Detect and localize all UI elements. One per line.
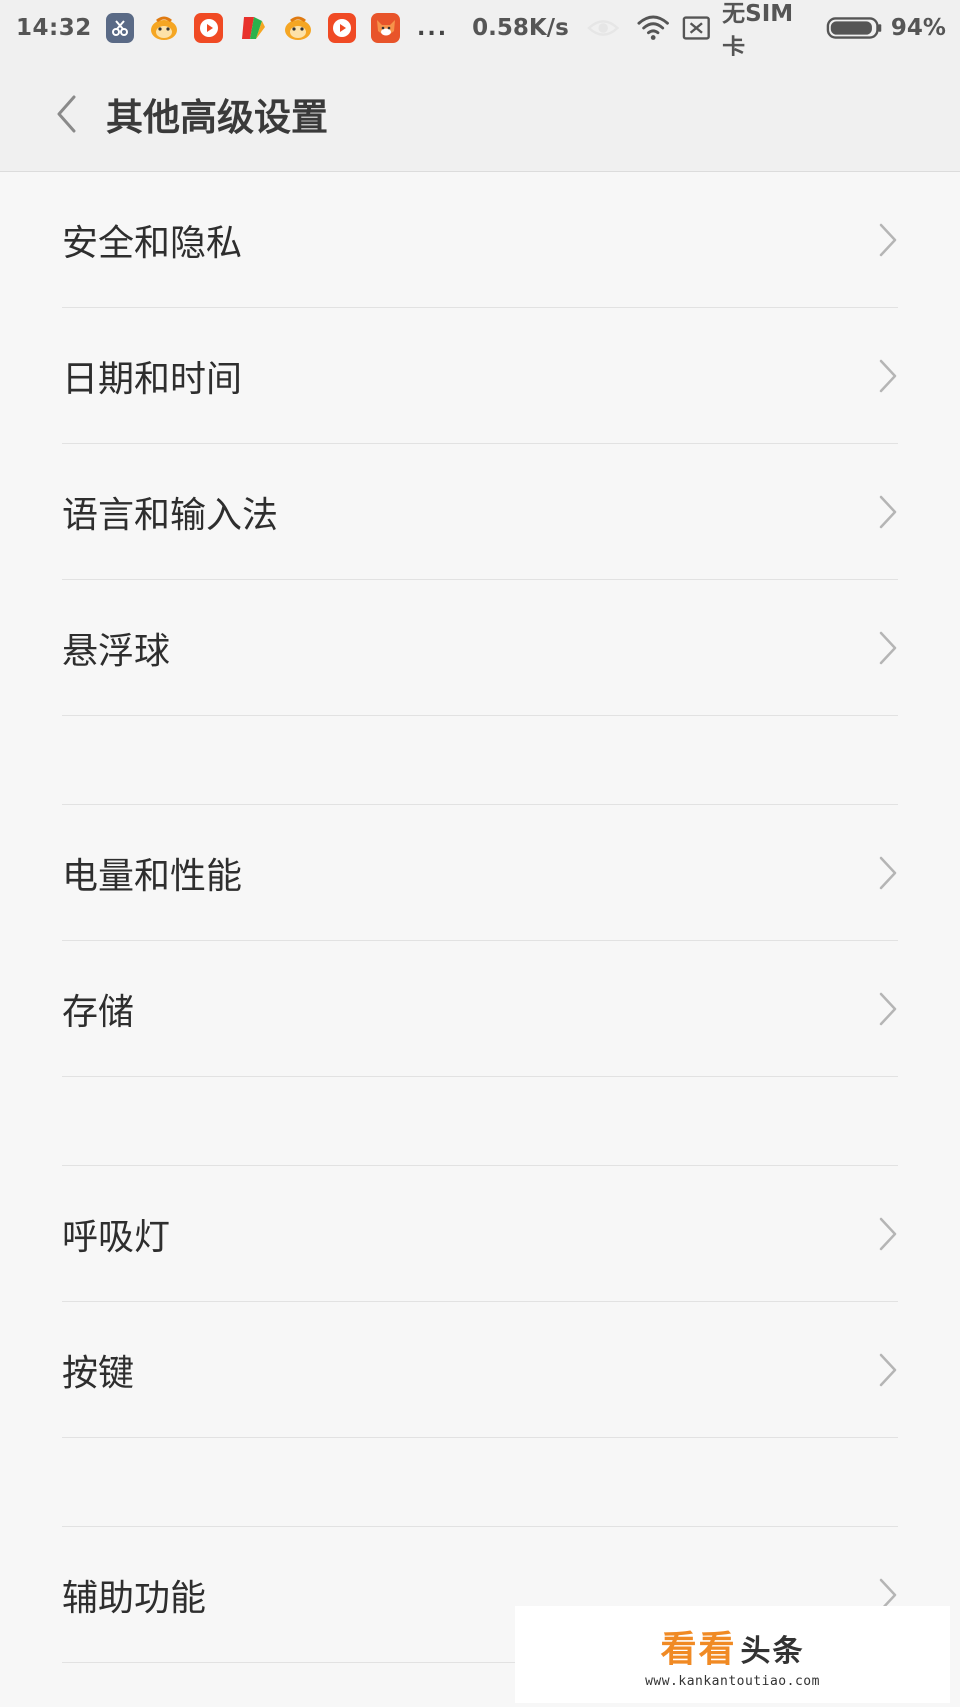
settings-item-label: 辅助功能 — [62, 1578, 207, 1619]
network-speed: 0.58K/s — [472, 15, 569, 41]
video-app-icon — [194, 13, 223, 43]
fox-app-icon — [371, 13, 401, 43]
no-sim-icon — [682, 16, 710, 40]
settings-item-label: 按键 — [62, 1353, 135, 1394]
header: 其他高级设置 — [0, 56, 960, 172]
settings-item-label: 安全和隐私 — [62, 223, 243, 264]
group-spacer — [0, 1077, 960, 1166]
chevron-right-icon — [879, 495, 897, 529]
video-app-icon — [327, 13, 357, 43]
settings-item-label: 存储 — [62, 992, 135, 1033]
more-notifications-indicator: ... — [417, 15, 449, 41]
settings-item-security-privacy[interactable]: 安全和隐私 — [0, 172, 960, 308]
chevron-right-icon — [879, 1353, 897, 1387]
settings-item-label: 日期和时间 — [62, 359, 243, 400]
settings-item-label: 电量和性能 — [62, 856, 243, 897]
chevron-right-icon — [879, 631, 897, 665]
group-spacer — [0, 716, 960, 805]
settings-list: 安全和隐私 日期和时间 语言和输入法 悬浮球 电量和性能 存储 呼吸灯 按键 辅… — [0, 172, 960, 1663]
settings-item-language-input[interactable]: 语言和输入法 — [0, 444, 960, 580]
settings-item-buttons[interactable]: 按键 — [0, 1302, 960, 1438]
chevron-right-icon — [879, 223, 897, 257]
watermark: 看看 头条 www.kankantoutiao.com — [515, 1606, 950, 1703]
chevron-left-icon — [57, 95, 76, 132]
settings-item-floating-ball[interactable]: 悬浮球 — [0, 580, 960, 716]
chevron-right-icon — [879, 856, 897, 890]
watermark-brand: 看看 — [660, 1629, 737, 1670]
settings-item-notification-light[interactable]: 呼吸灯 — [0, 1166, 960, 1302]
colorful-app-icon — [238, 13, 268, 43]
watermark-suffix: 头条 — [740, 1634, 805, 1669]
chevron-right-icon — [879, 992, 897, 1026]
wifi-icon — [637, 15, 670, 40]
battery-icon — [826, 17, 881, 39]
chevron-right-icon — [879, 359, 897, 393]
settings-item-battery-performance[interactable]: 电量和性能 — [0, 805, 960, 941]
group-spacer — [0, 1438, 960, 1527]
status-bar: 14:32 ... 0.58K/s 无SIM卡 94% — [0, 0, 960, 61]
watermark-url: www.kankantoutiao.com — [645, 1674, 820, 1689]
eye-icon — [586, 20, 620, 36]
screenshot-app-icon — [105, 13, 135, 43]
settings-item-storage[interactable]: 存储 — [0, 941, 960, 1077]
battery-percent: 94% — [890, 15, 946, 41]
back-button[interactable] — [36, 84, 96, 144]
settings-item-label: 语言和输入法 — [62, 495, 279, 536]
page-title: 其他高级设置 — [106, 95, 328, 139]
settings-item-date-time[interactable]: 日期和时间 — [0, 308, 960, 444]
settings-item-label: 呼吸灯 — [62, 1217, 171, 1258]
status-time: 14:32 — [16, 15, 92, 41]
chevron-right-icon — [879, 1217, 897, 1251]
settings-item-label: 悬浮球 — [62, 631, 171, 672]
monkey-app-icon — [149, 13, 179, 43]
sim-status: 无SIM卡 — [722, 1, 794, 61]
monkey-app-icon — [283, 13, 313, 43]
